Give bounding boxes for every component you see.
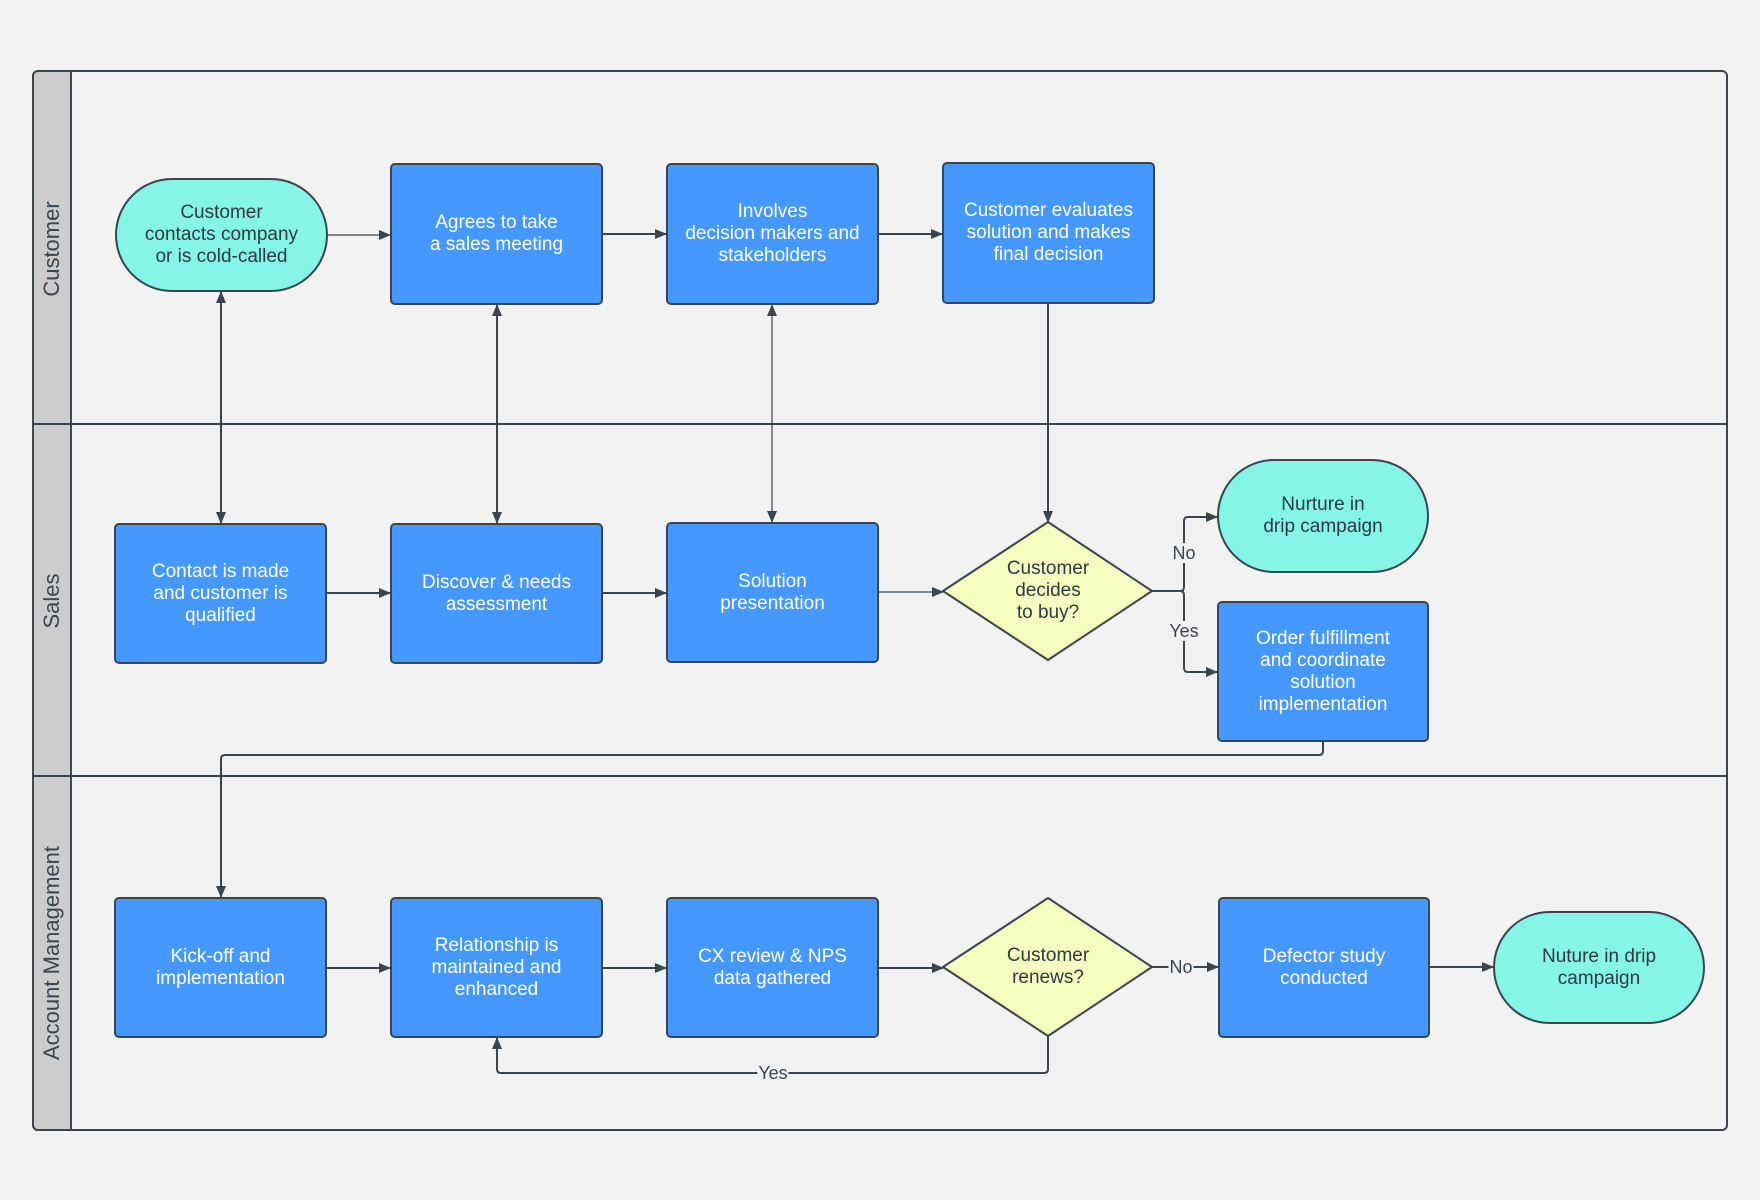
node-label: Customer evaluates solution and makes fi… [964, 200, 1133, 265]
node-label: Nuture in drip campaign [1541, 945, 1657, 989]
node-label: Kick-off and implementation [156, 945, 285, 989]
node-label: Relationship is maintained and enhanced [431, 934, 562, 1000]
node-label: CX review & NPS data gathered [698, 945, 847, 989]
node-label: Discover & needs assessment [422, 571, 571, 615]
node-customer-contacts[interactable]: Customer contacts company or is cold-cal… [115, 178, 328, 292]
edge-order-to-kickoff [216, 742, 1324, 898]
node-nurture-drip-campaign[interactable]: Nurture in drip campaign [1217, 459, 1429, 573]
node-label: Customer contacts company or is cold-cal… [144, 202, 299, 267]
node-order-fulfillment[interactable]: Order fulfillment and coordinate solutio… [1217, 601, 1429, 742]
node-solution-presentation[interactable]: Solution presentation [666, 522, 879, 663]
node-customer-evaluates[interactable]: Customer evaluates solution and makes fi… [942, 162, 1155, 304]
edge-label-renew-yes: Yes [757, 1063, 789, 1083]
node-label: Agrees to take a sales meeting [429, 212, 564, 255]
node-agrees-meeting[interactable]: Agrees to take a sales meeting [390, 163, 603, 305]
node-involves-decision-makers[interactable]: Involves decision makers and stakeholder… [666, 163, 879, 305]
node-label: Nurture in drip campaign [1263, 494, 1383, 537]
node-customer-renews[interactable]: Customer renews? [980, 937, 1116, 997]
node-label: Involves decision makers and stakeholder… [685, 201, 860, 266]
node-label: Defector study conducted [1262, 945, 1386, 989]
node-label: Contact is made and customer is qualifie… [151, 560, 290, 626]
node-cx-review[interactable]: CX review & NPS data gathered [666, 897, 879, 1038]
node-defector-study[interactable]: Defector study conducted [1218, 897, 1430, 1038]
edge-label-buy-no: No [1171, 543, 1197, 563]
edge-label-buy-yes: Yes [1168, 621, 1200, 641]
node-kickoff[interactable]: Kick-off and implementation [114, 897, 327, 1038]
node-relationship[interactable]: Relationship is maintained and enhanced [390, 897, 603, 1038]
node-label: Customer decides to buy? [1006, 558, 1090, 623]
node-label: Customer renews? [1006, 945, 1090, 988]
node-decides-to-buy[interactable]: Customer decides to buy? [980, 551, 1116, 631]
edge-label-renew-no: No [1168, 957, 1194, 977]
node-label: Solution presentation [720, 570, 825, 614]
node-label: Order fulfillment and coordinate solutio… [1255, 627, 1391, 715]
node-contact-made[interactable]: Contact is made and customer is qualifie… [114, 523, 327, 664]
node-discover-needs[interactable]: Discover & needs assessment [390, 523, 603, 664]
node-nurture-drip-campaign-2[interactable]: Nuture in drip campaign [1493, 911, 1705, 1024]
